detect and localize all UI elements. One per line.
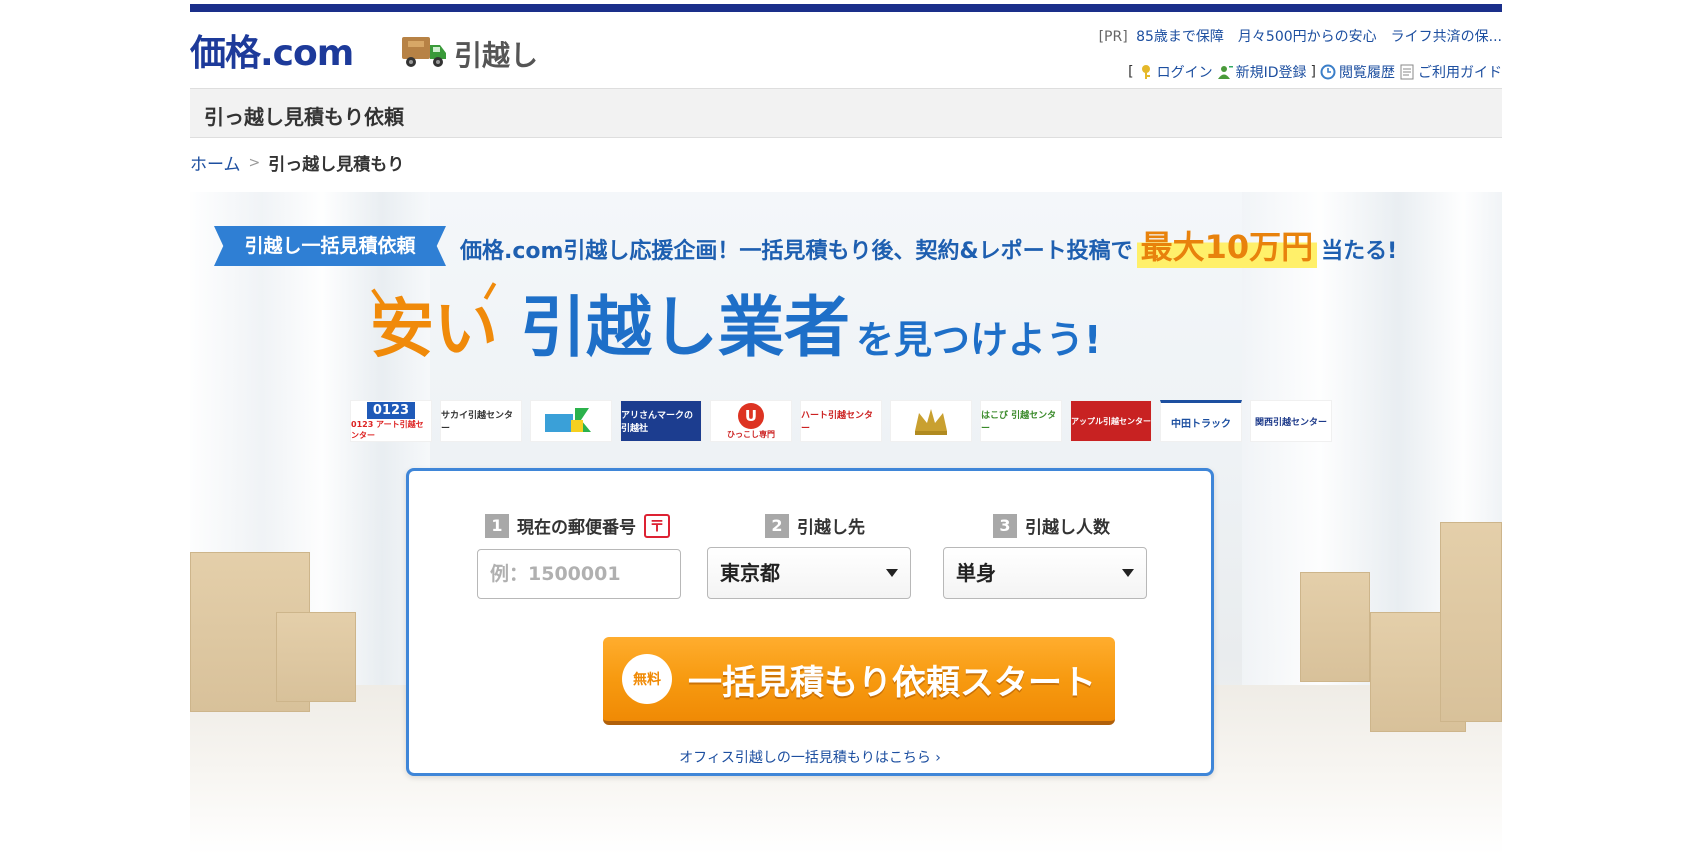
pr-tag: [PR] [1098,29,1128,45]
logo-text: 価格.com [190,33,354,74]
mover-logo-hikkoshi-name: ひっこし専門 [727,429,775,439]
mover-logo-hikkoshi: U ひっこし専門 [710,400,792,442]
mover-logo-crown [890,400,972,442]
mover-logo-apple: アップル引越センター [1070,400,1152,442]
step1-label: 1 現在の郵便番号 〒 [485,513,670,538]
people-value: 単身 [956,561,996,585]
destination-value: 東京都 [720,561,780,585]
breadcrumb-current: 引っ越し見積もり [268,155,405,175]
breadcrumb-separator: > [248,154,261,171]
box-left-back [276,612,356,702]
campaign-text[interactable]: 価格.com引越し応援企画！一括見積もり後、契約&レポート投稿で 最大10万円 … [460,222,1397,268]
utility-nav: [ ログイン 新規ID登録 ] 閲覧履歴 ご利用ガイド [1128,62,1502,82]
campaign-pre: 価格.com引越し応援企画！一括見積もり後、契約&レポート投稿で [460,239,1133,264]
mover-truck-icon [545,408,591,432]
mover-logo-heart: ハート引越センター [800,400,882,442]
postal-mark-icon[interactable]: 〒 [644,513,670,538]
page: 価格.com 引越し [PR] 85歳まで保障 月々500円からの安心 ライフ共… [190,0,1502,855]
clock-icon [1320,64,1336,80]
people-select[interactable]: 単身 [943,547,1147,599]
step3-label: 3 引越し人数 [993,513,1110,538]
mover-logo-green [530,400,612,442]
box-right-edge [1440,522,1502,722]
mover-logo-art-name: 0123 アート引越センター [351,419,424,440]
user-plus-icon [1217,66,1233,79]
pr-link[interactable]: 85歳まで保障 月々500円からの安心 ライフ共済の保... [1136,29,1502,45]
campaign-highlight: 最大10万円 [1136,222,1318,268]
mover-logo-kansai: 関西引越センター [1250,400,1332,442]
bracket-close: ] [1310,64,1316,80]
start-estimate-button[interactable]: 無料 一括見積もり依頼スタート [603,637,1115,725]
top-accent-bar [190,4,1502,12]
mover-logo-hakobi: はこび 引越センター [980,400,1062,442]
register-link[interactable]: 新規ID登録 [1217,62,1307,82]
guide-link[interactable]: ご利用ガイド [1399,62,1502,82]
mover-logo-sakai: サカイ引越センター [440,400,522,442]
breadcrumb: ホーム > 引っ越し見積もり [190,150,405,176]
hero-section: 引越し一括見積依頼 価格.com引越し応援企画！一括見積もり後、契約&レポート投… [190,192,1502,855]
start-estimate-label: 一括見積もり依頼スタート [688,662,1096,703]
box-right-back [1300,572,1370,682]
truck-icon [402,37,446,67]
document-icon [1400,64,1414,80]
kakaku-logo[interactable]: 価格.com [190,30,354,74]
campaign-post: 当たる! [1321,239,1398,264]
step1-number: 1 [485,513,509,538]
step3-number: 3 [993,513,1017,538]
breadcrumb-home[interactable]: ホーム [190,150,241,175]
dropdown-arrow-icon [886,569,898,577]
hero-headline: 安い 引越し業者 を見つけよう! [370,280,1370,370]
history-link[interactable]: 閲覧履歴 [1320,62,1395,82]
hikkoshi-mark-icon: U [738,402,764,429]
headline-tail: を見つけよう! [856,318,1102,362]
mover-logos: 0123 0123 アート引越センター サカイ引越センター アリさんマークの引越… [350,400,1332,442]
destination-select[interactable]: 東京都 [707,547,911,599]
headline-main: 引越し業者 [520,289,850,366]
step1-text: 現在の郵便番号 [517,518,636,538]
step2-label: 2 引越し先 [765,513,865,538]
page-title-bar: 引っ越し見積もり依頼 [190,88,1502,138]
free-badge: 無料 [622,654,672,704]
zip-code-input[interactable]: 例：1500001 [477,549,681,599]
estimate-form: 1 現在の郵便番号 〒 2 引越し先 3 引越し人数 例：1500001 東京都… [406,468,1214,776]
login-link[interactable]: ログイン [1138,62,1213,82]
dropdown-arrow-icon [1122,569,1134,577]
mover-logo-nakata: 中田トラック [1160,400,1242,442]
office-moving-link[interactable]: オフィス引越しの一括見積もりはこちら › [409,747,1211,767]
mover-logo-arisan: アリさんマークの引越社 [620,400,702,442]
step3-text: 引越し人数 [1025,518,1110,538]
history-label: 閲覧履歴 [1339,65,1395,81]
guide-label: ご利用ガイド [1418,65,1502,81]
logo-subtitle: 引越し [454,39,539,72]
step2-text: 引越し先 [797,518,865,538]
login-label: ログイン [1156,65,1213,81]
headline-cheap: 安い [370,293,498,367]
mover-logo-art: 0123 0123 アート引越センター [350,400,432,442]
bulk-estimate-badge: 引越し一括見積依頼 [214,226,446,266]
pr-banner[interactable]: [PR] 85歳まで保障 月々500円からの安心 ライフ共済の保... [1099,26,1502,46]
register-label: 新規ID登録 [1235,65,1307,81]
crown-icon [915,409,947,435]
step2-number: 2 [765,513,789,538]
key-icon [1141,65,1150,79]
mover-logo-art-badge: 0123 [366,401,416,419]
page-title: 引っ越し見積もり依頼 [204,105,404,129]
bracket-open: [ [1128,64,1134,80]
